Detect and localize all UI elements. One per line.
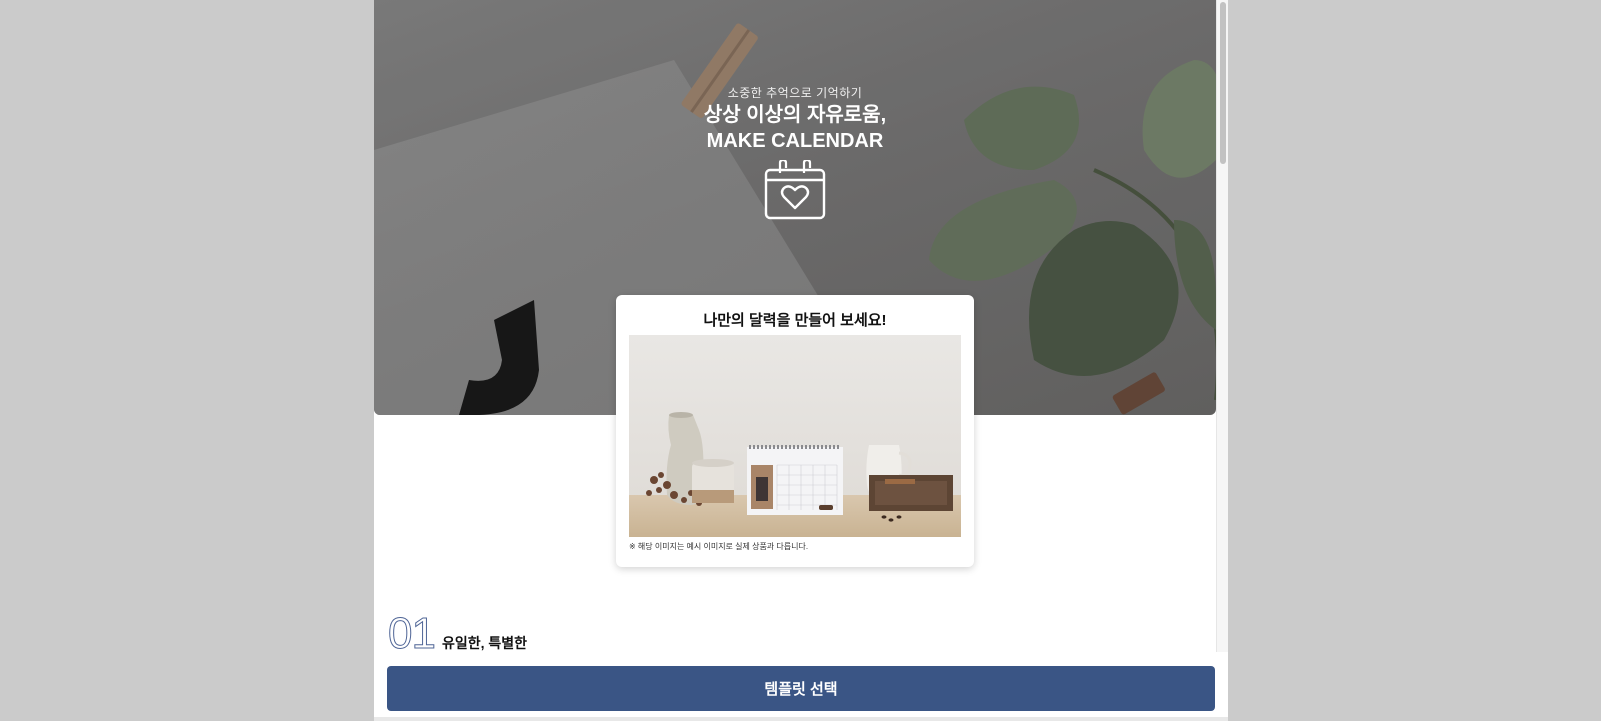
intro-card: 나만의 달력을 만들어 보세요! ※ 해당 이미지는 예시 이미지로 실제 상품… <box>616 295 974 567</box>
section-title: 유일한, 특별한 <box>441 635 528 651</box>
hero-title-line2: MAKE CALENDAR <box>706 130 884 152</box>
section-number: 01 <box>388 609 437 658</box>
card-title: 나만의 달력을 만들어 보세요! <box>703 312 887 329</box>
hero-text-block: 소중한 추억으로 기억하기 상상 이상의 자유로움, MAKE CALENDAR <box>374 84 1216 153</box>
desk-calendar-photo <box>629 335 961 537</box>
section-header-01: 01 유일한, 특별한 <box>388 609 528 658</box>
vertical-scrollbar[interactable] <box>1216 0 1228 652</box>
scrollbar-thumb[interactable] <box>1220 2 1226 164</box>
calendar-heart-icon <box>764 160 826 220</box>
hero-title-line1: 상상 이상의 자유로움, <box>703 104 887 126</box>
card-disclaimer: ※ 해당 이미지는 예시 이미지로 실제 상품과 다릅니다. <box>629 542 809 551</box>
bottom-edge <box>374 717 1228 721</box>
hero-subtitle: 소중한 추억으로 기억하기 <box>727 86 863 100</box>
select-template-button[interactable]: 템플릿 선택 <box>387 666 1215 711</box>
app-viewport: 소중한 추억으로 기억하기 상상 이상의 자유로움, MAKE CALENDAR… <box>374 0 1228 721</box>
